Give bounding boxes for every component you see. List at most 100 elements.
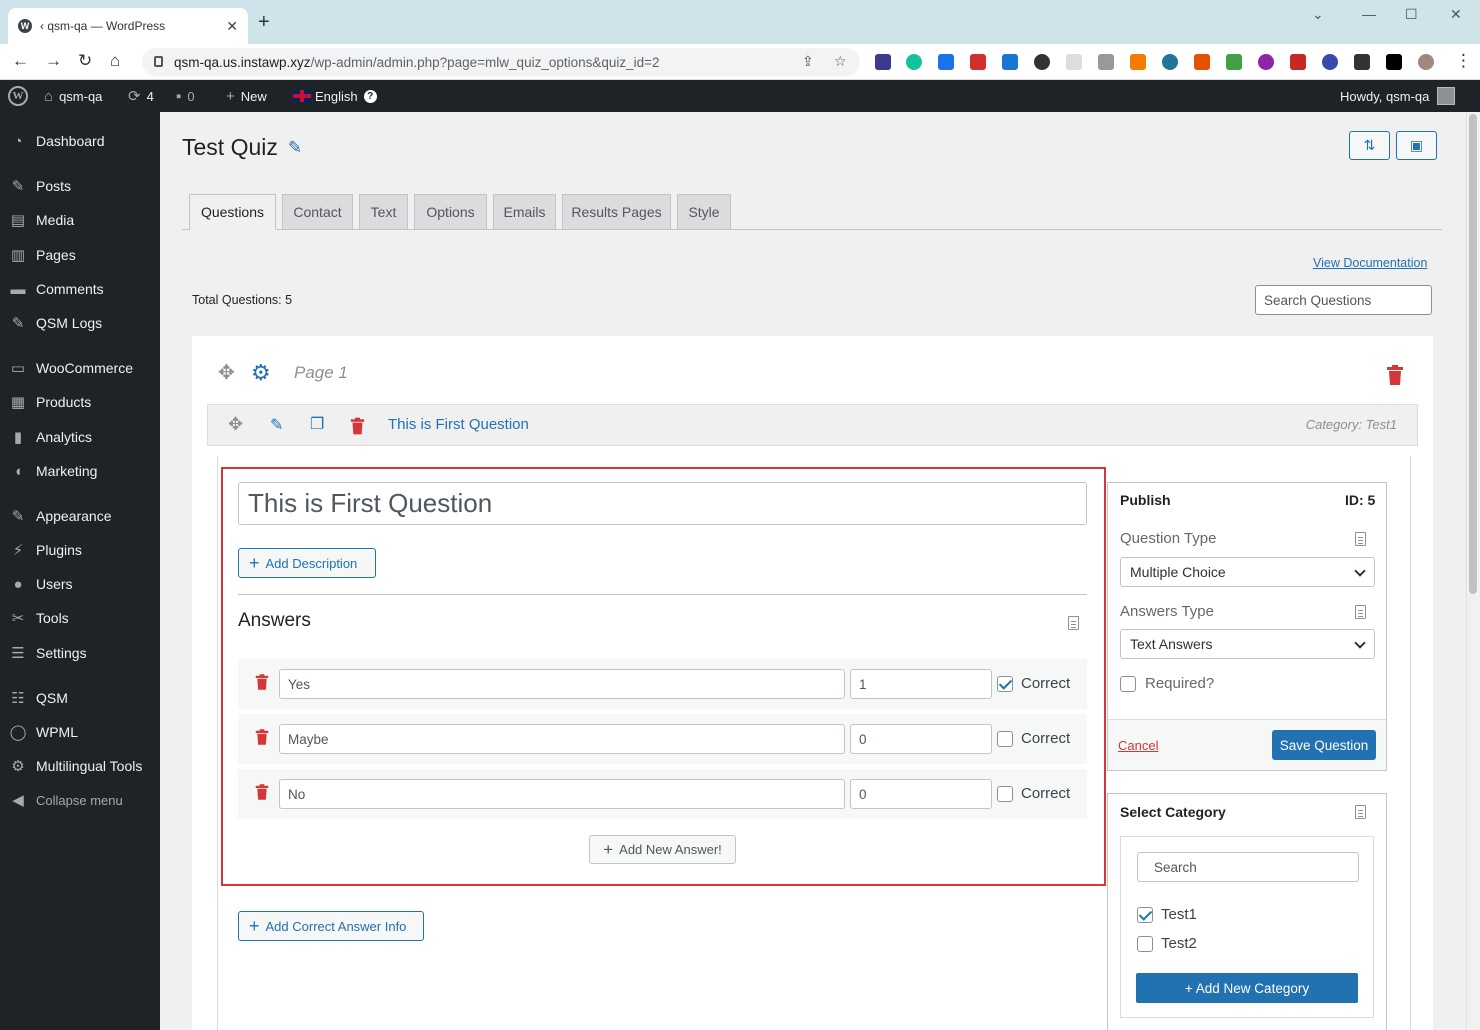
add-new-answer-button[interactable]: + Add New Answer!	[589, 835, 736, 864]
address-bar[interactable]: qsm-qa.us.instawp.xyz/wp-admin/admin.php…	[142, 48, 860, 76]
add-new-category-button[interactable]: + Add New Category	[1136, 973, 1358, 1003]
sidebar-item-settings[interactable]: ☰ Settings	[0, 636, 160, 670]
amazon-icon[interactable]	[1130, 54, 1146, 70]
edit-title-pencil-icon[interactable]: ✎	[288, 138, 302, 158]
tab-text[interactable]: Text	[359, 194, 408, 230]
updates-menu[interactable]: ⟳ 4	[128, 80, 154, 112]
extension-icon[interactable]	[1034, 54, 1050, 70]
sidebar-item-appearance[interactable]: ✎ Appearance	[0, 499, 160, 533]
extension-icon[interactable]	[1002, 54, 1018, 70]
browser-menu-icon[interactable]: ⋮	[1455, 52, 1472, 70]
cancel-link[interactable]: Cancel	[1118, 738, 1158, 753]
profile-avatar-icon[interactable]	[1418, 54, 1434, 70]
answer-points-input[interactable]: 0	[850, 779, 992, 809]
correct-checkbox[interactable]	[997, 731, 1013, 747]
page-settings-gear-icon[interactable]: ⚙	[251, 362, 273, 384]
required-checkbox[interactable]	[1120, 676, 1136, 692]
delete-answer-trash-icon[interactable]	[255, 674, 269, 690]
collapse-menu-button[interactable]: ◀ Collapse menu	[0, 783, 160, 817]
extension-icon[interactable]	[1290, 54, 1306, 70]
sidebar-item-plugins[interactable]: ⚡ Plugins	[0, 533, 160, 567]
answer-points-input[interactable]: 1	[850, 669, 992, 699]
window-close-icon[interactable]: ✕	[1450, 6, 1462, 23]
tab-options[interactable]: Options	[414, 194, 487, 230]
answer-text-input[interactable]: No	[279, 779, 845, 809]
save-question-button[interactable]: Save Question	[1272, 730, 1376, 760]
language-switcher[interactable]: English ?	[293, 80, 377, 112]
question-type-help-doc-icon[interactable]	[1355, 532, 1366, 546]
category-checkbox[interactable]	[1137, 907, 1153, 923]
wp-logo-menu[interactable]: W	[8, 80, 28, 112]
minimize-icon[interactable]: —	[1362, 6, 1376, 22]
sidebar-item-posts[interactable]: ✎ Posts	[0, 169, 160, 203]
extension-icon[interactable]	[1322, 54, 1338, 70]
tab-emails[interactable]: Emails	[493, 194, 556, 230]
delete-answer-trash-icon[interactable]	[255, 729, 269, 745]
add-correct-answer-info-button[interactable]: + Add Correct Answer Info	[238, 911, 424, 941]
delete-answer-trash-icon[interactable]	[255, 784, 269, 800]
answer-text-input[interactable]: Maybe	[279, 724, 845, 754]
extension-icon[interactable]	[1066, 54, 1082, 70]
extension-icon[interactable]	[875, 54, 891, 70]
my-account-menu[interactable]: Howdy, qsm-qa	[1340, 80, 1456, 112]
tab-results-pages[interactable]: Results Pages	[562, 194, 671, 230]
forward-icon[interactable]: →	[45, 52, 62, 70]
tab-search-chevron-icon[interactable]: ⌄	[1312, 6, 1324, 23]
sidebar-item-wpml[interactable]: ◯ WPML	[0, 715, 160, 749]
duplicate-question-icon[interactable]: ❐	[310, 414, 324, 434]
move-question-icon[interactable]: ✥	[228, 414, 243, 435]
answers-type-help-doc-icon[interactable]	[1355, 605, 1366, 619]
sidebar-item-comments[interactable]: ▬ Comments	[0, 272, 160, 306]
add-description-button[interactable]: + Add Description	[238, 548, 376, 578]
extension-icon[interactable]	[1226, 54, 1242, 70]
move-page-icon[interactable]: ✥	[218, 360, 235, 385]
tab-contact[interactable]: Contact	[282, 194, 353, 230]
switch-view-button[interactable]: ⇅	[1349, 131, 1390, 160]
close-tab-icon[interactable]: ✕	[226, 18, 238, 35]
grammarly-icon[interactable]	[906, 54, 922, 70]
search-questions-input[interactable]: Search Questions	[1255, 285, 1432, 315]
correct-checkbox[interactable]	[997, 676, 1013, 692]
answer-points-input[interactable]: 0	[850, 724, 992, 754]
sidebar-item-marketing[interactable]: ◖ Marketing	[0, 454, 160, 488]
preview-button[interactable]: ▣	[1396, 131, 1437, 160]
camera-icon[interactable]	[1098, 54, 1114, 70]
delete-page-trash-icon[interactable]	[1386, 365, 1404, 385]
question-title-input[interactable]: This is First Question	[238, 482, 1087, 525]
sidebar-item-woocommerce[interactable]: ▭ WooCommerce	[0, 351, 160, 385]
tab-questions[interactable]: Questions	[189, 194, 276, 230]
bookmark-star-icon[interactable]: ☆	[834, 53, 847, 70]
browser-tab[interactable]: W ‹ qsm-qa — WordPress ✕	[8, 8, 248, 44]
reload-icon[interactable]: ↻	[78, 52, 92, 70]
download-icon[interactable]	[938, 54, 954, 70]
question-type-select[interactable]: Multiple Choice	[1120, 557, 1375, 587]
share-icon[interactable]: ⇪	[802, 53, 814, 70]
delete-question-trash-icon[interactable]	[350, 417, 365, 435]
wordpress-icon[interactable]	[1162, 54, 1178, 70]
correct-checkbox[interactable]	[997, 786, 1013, 802]
sidebar-item-dashboard[interactable]: ◔ Dashboard	[0, 124, 160, 158]
sidebar-item-media[interactable]: ▤ Media	[0, 203, 160, 237]
sidebar-item-users[interactable]: ● Users	[0, 567, 160, 601]
answers-type-select[interactable]: Text Answers	[1120, 629, 1375, 659]
answers-help-doc-icon[interactable]	[1068, 616, 1079, 630]
sidebar-item-qsm-logs[interactable]: ✎ QSM Logs	[0, 306, 160, 340]
site-name-menu[interactable]: ⌂ qsm-qa	[44, 80, 102, 112]
sidebar-item-pages[interactable]: ▥ Pages	[0, 238, 160, 272]
category-help-doc-icon[interactable]	[1355, 805, 1366, 819]
category-search-input[interactable]: Search	[1137, 852, 1359, 882]
sidebar-item-qsm[interactable]: ☷ QSM	[0, 681, 160, 715]
question-title[interactable]: This is First Question	[388, 416, 529, 433]
scrollbar-thumb[interactable]	[1469, 114, 1477, 594]
new-content-menu[interactable]: + New	[226, 80, 267, 112]
category-checkbox[interactable]	[1137, 936, 1153, 952]
tab-style[interactable]: Style	[677, 194, 731, 230]
extension-icon[interactable]	[1194, 54, 1210, 70]
sidebar-item-tools[interactable]: ✂ Tools	[0, 601, 160, 635]
sidebar-item-analytics[interactable]: ▮ Analytics	[0, 420, 160, 454]
sidebar-item-products[interactable]: ▦ Products	[0, 385, 160, 419]
comments-menu[interactable]: ▪ 0	[176, 80, 195, 112]
answer-text-input[interactable]: Yes	[279, 669, 845, 699]
new-tab-icon[interactable]: +	[258, 12, 270, 32]
back-icon[interactable]: ←	[12, 52, 29, 70]
